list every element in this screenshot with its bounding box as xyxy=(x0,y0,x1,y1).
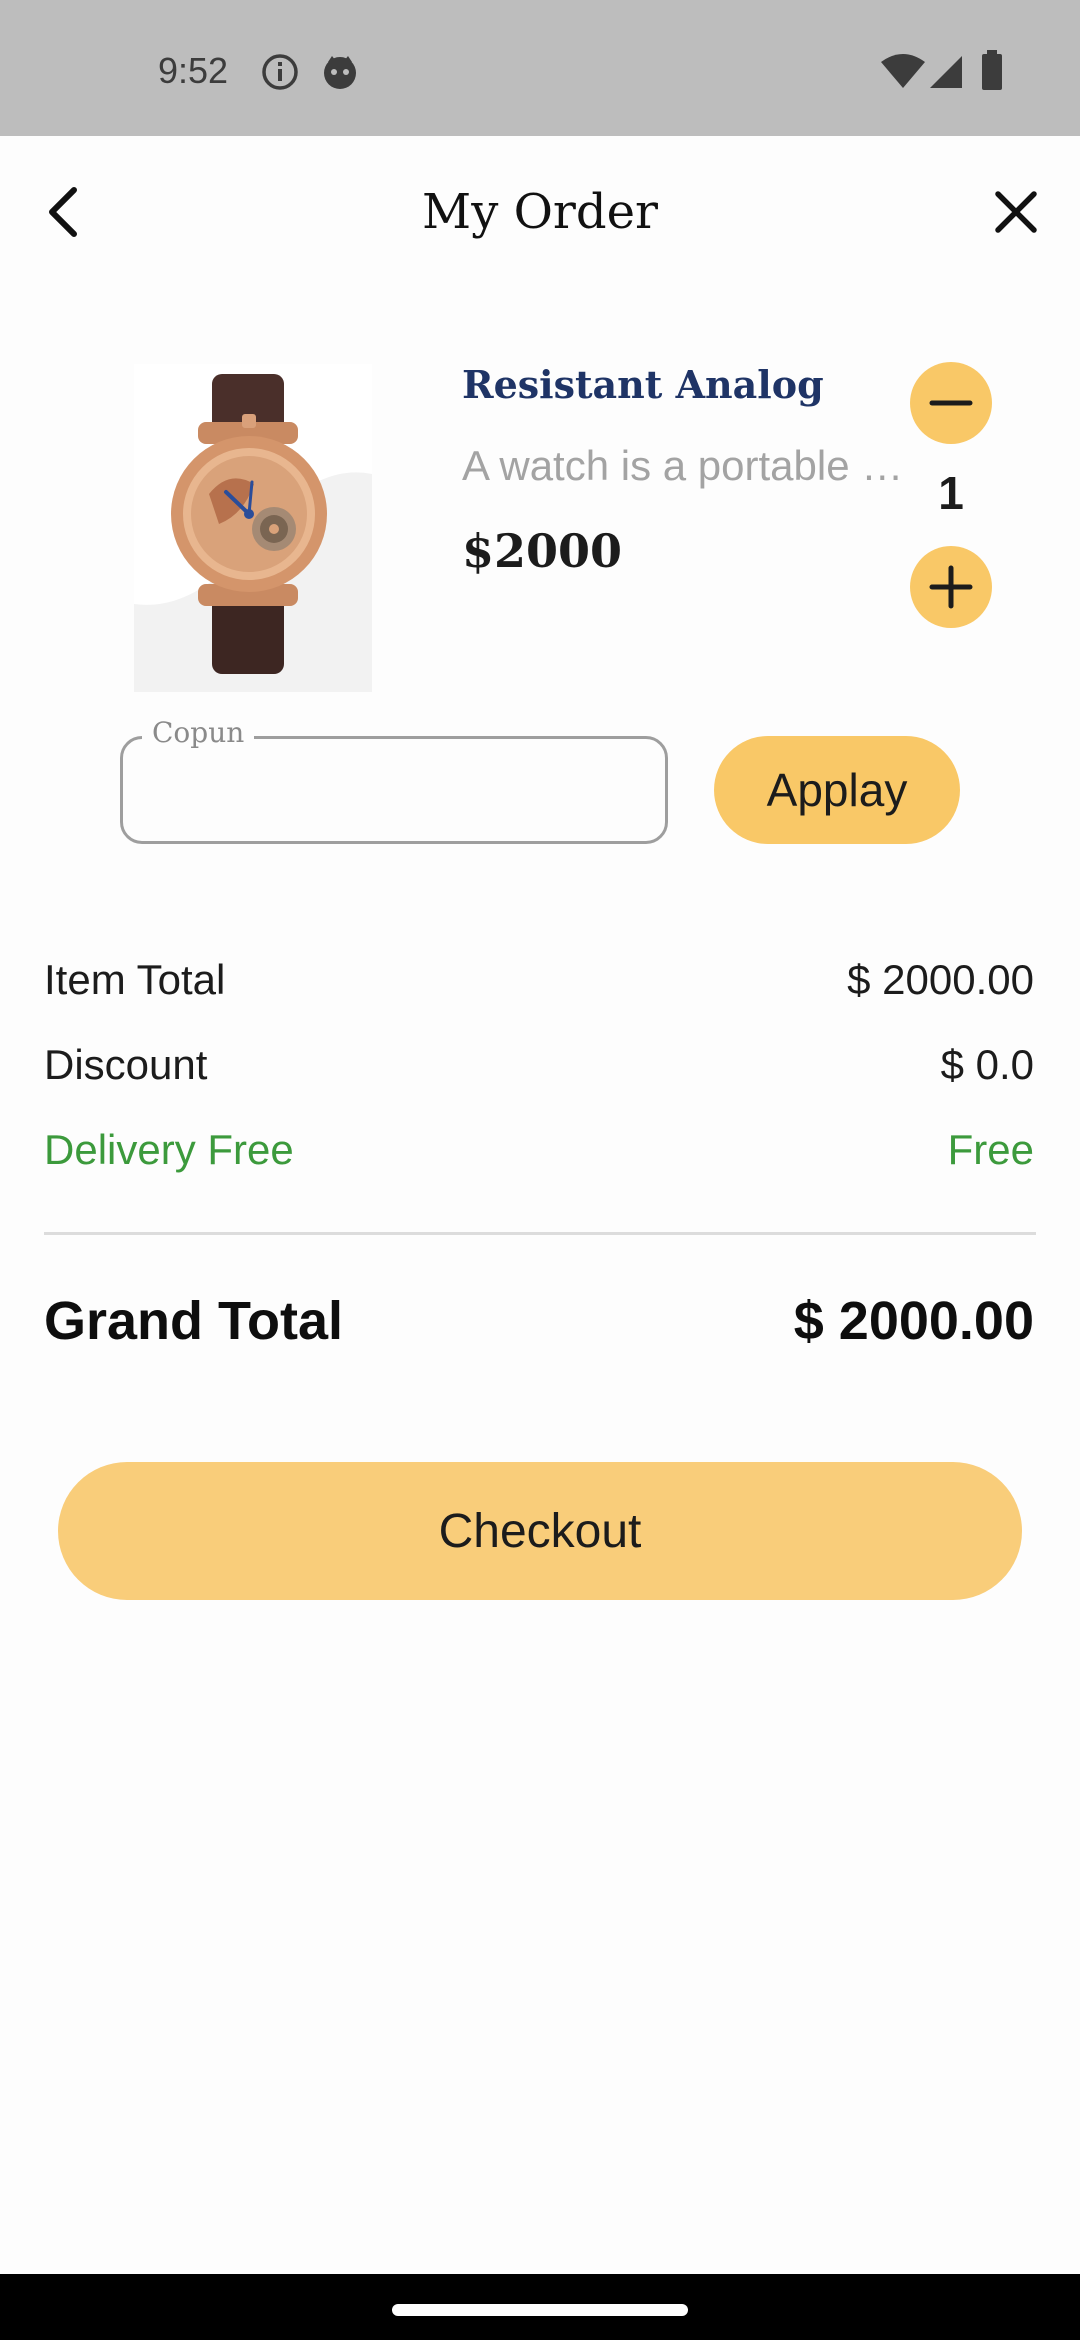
item-total-value: $ 2000.00 xyxy=(847,956,1034,1003)
grand-total-label: Grand Total xyxy=(44,1291,344,1351)
watch-image xyxy=(134,364,372,692)
quantity-value: 1 xyxy=(938,467,964,519)
discount-value: $ 0.0 xyxy=(940,1041,1034,1088)
info-icon xyxy=(260,52,300,97)
discount-label: Discount xyxy=(44,1041,208,1088)
coupon-input[interactable] xyxy=(140,760,650,824)
wifi-icon xyxy=(880,54,926,95)
minus-icon xyxy=(929,400,973,406)
increase-quantity-button[interactable] xyxy=(910,546,992,628)
page-title: My Order xyxy=(422,184,658,240)
cell-signal-icon xyxy=(928,54,964,95)
status-time: 9:52 xyxy=(158,50,229,91)
product-image xyxy=(134,364,372,692)
item-total-row: Item Total $ 2000.00 xyxy=(44,956,1034,1004)
notification-app-icon xyxy=(320,52,360,97)
app-bar: My Order xyxy=(0,136,1080,288)
delivery-label: Delivery Free xyxy=(44,1126,294,1173)
product-name[interactable]: Resistant Analog xyxy=(462,362,824,407)
close-icon xyxy=(995,191,1037,233)
delivery-row: Delivery Free Free xyxy=(44,1126,1034,1174)
product-price: $2000 xyxy=(462,524,623,578)
coupon-label: Copun xyxy=(142,716,255,749)
home-gesture-handle[interactable] xyxy=(392,2304,688,2316)
discount-row: Discount $ 0.0 xyxy=(44,1041,1034,1089)
battery-icon xyxy=(980,50,1004,95)
item-total-label: Item Total xyxy=(44,956,226,1003)
close-button[interactable] xyxy=(984,180,1048,244)
product-description: A watch is a portable timepiece intended… xyxy=(462,442,910,489)
checkout-button[interactable]: Checkout xyxy=(58,1462,1022,1600)
summary-divider xyxy=(44,1232,1036,1235)
decrease-quantity-button[interactable] xyxy=(910,362,992,444)
plus-icon xyxy=(929,565,973,609)
grand-total-value: $ 2000.00 xyxy=(793,1291,1034,1351)
apply-coupon-button[interactable]: Applay xyxy=(714,736,960,844)
delivery-value: Free xyxy=(947,1126,1034,1173)
status-bar: 9:52 xyxy=(0,0,1080,136)
grand-total-row: Grand Total $ 2000.00 xyxy=(44,1290,1034,1352)
